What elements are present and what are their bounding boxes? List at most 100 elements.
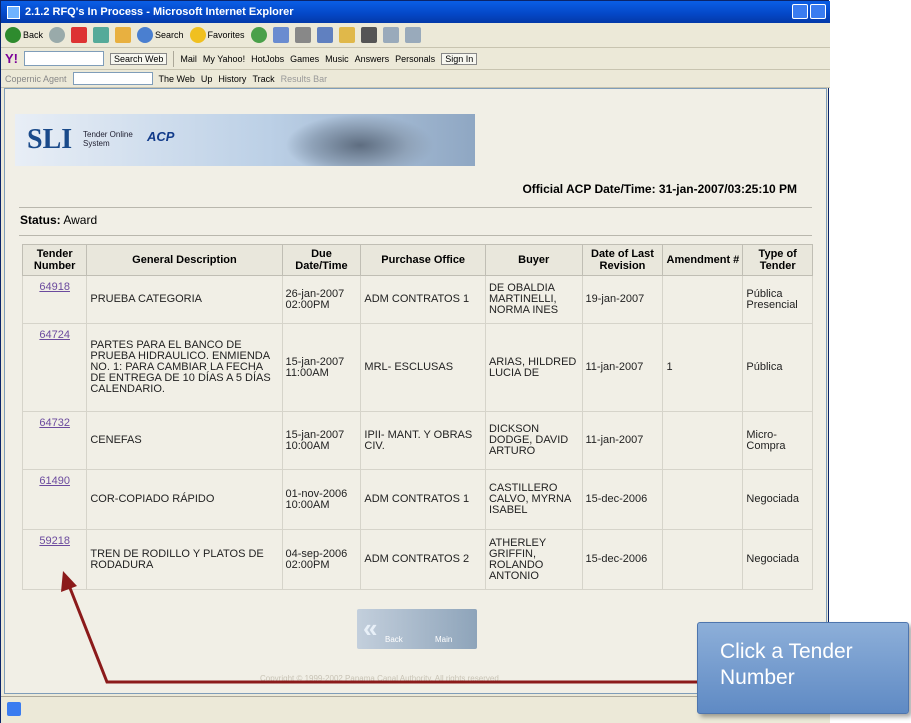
cell-purchase-office: MRL- ESCLUSAS <box>360 323 486 412</box>
yahoo-item-answers[interactable]: Answers <box>355 54 390 64</box>
divider <box>19 207 812 208</box>
cell-tender-number[interactable]: 64732 <box>21 411 88 470</box>
yahoo-item-music[interactable]: Music <box>325 54 349 64</box>
tender-number-link[interactable]: 64918 <box>39 281 70 293</box>
favorites-button[interactable]: Favorites <box>189 27 245 43</box>
handshake-image <box>285 114 435 166</box>
ie-icon <box>7 5 20 19</box>
mail-icon[interactable] <box>272 27 289 43</box>
col-amendment: Amendment # <box>662 244 744 276</box>
cell-buyer: ATHERLEY GRIFFIN, ROLANDO ANTONIO <box>484 529 583 590</box>
yahoo-item-hotjobs[interactable]: HotJobs <box>251 54 284 64</box>
callout-box: Click a Tender Number <box>697 622 909 714</box>
forward-arrow-icon[interactable] <box>49 27 66 43</box>
paste-icon[interactable] <box>404 27 421 43</box>
refresh-icon[interactable] <box>93 27 110 43</box>
table-row: 64732 CENEFAS 15-jan-2007 10:00AM IPII- MAN… <box>21 411 813 470</box>
yahoo-logo-icon[interactable]: Y! <box>5 51 18 66</box>
cell-type: Negociada <box>742 529 813 590</box>
print-icon[interactable] <box>294 27 311 43</box>
cell-due-date: 15-jan-2007 10:00AM <box>281 411 362 470</box>
col-type: Type of Tender <box>742 244 813 276</box>
edit-icon[interactable] <box>316 27 333 43</box>
copernic-history-button[interactable]: History <box>218 74 246 84</box>
browser-window: 2.1.2 RFQ's In Process - Microsoft Inter… <box>0 0 830 723</box>
copy-icon[interactable] <box>382 27 399 43</box>
col-tender-number: Tender Number <box>21 244 88 276</box>
tender-number-link[interactable]: 64724 <box>39 329 70 341</box>
cell-amendment <box>662 469 744 530</box>
cell-description: TREN DE RODILLO Y PLATOS DE RODADURA <box>86 529 283 590</box>
copernic-track-button[interactable]: Track <box>252 74 274 84</box>
table-row: 59218 TREN DE RODILLO Y PLATOS DE RODADUR… <box>21 529 813 590</box>
cut-icon[interactable] <box>360 27 377 43</box>
cell-tender-number[interactable]: 64918 <box>21 275 88 324</box>
cell-purchase-office: ADM CONTRATOS 1 <box>360 469 486 530</box>
table-header-row: Tender Number General Description Due Da… <box>21 244 813 276</box>
back-button[interactable]: Back <box>5 27 43 43</box>
standard-toolbar: Back Search Favorites <box>1 23 830 48</box>
col-due-date: Due Date/Time <box>281 244 362 276</box>
separator <box>173 50 175 67</box>
table-row: 64918 PRUEBA CATEGORIA 26-jan-2007 02:00PM… <box>21 275 813 324</box>
acp-logo: ACP <box>147 129 175 144</box>
table-row: 61490 COR-COPIADO RÁPIDO 01-nov-2006 10:00… <box>21 469 813 530</box>
cell-type: Pública <box>742 323 813 412</box>
search-web-button[interactable]: Search Web <box>110 52 168 65</box>
back-arrow-icon <box>5 27 21 43</box>
maximize-button[interactable] <box>810 4 826 19</box>
cell-amendment <box>662 529 744 590</box>
cell-tender-number[interactable]: 64724 <box>21 323 88 412</box>
cell-type: Micro-Compra <box>742 411 813 470</box>
home-icon[interactable] <box>115 27 132 43</box>
cell-last-revision: 15-dec-2006 <box>581 529 664 590</box>
tender-number-link[interactable]: 64732 <box>39 417 70 429</box>
nav-main-link[interactable]: Main <box>435 635 452 644</box>
cell-description: COR-COPIADO RÁPIDO <box>86 469 283 530</box>
media-icon[interactable] <box>250 27 267 43</box>
cell-description: PRUEBA CATEGORIA <box>86 275 283 324</box>
yahoo-item-mail[interactable]: Mail <box>180 54 197 64</box>
sign-in-button[interactable]: Sign In <box>441 52 478 65</box>
banner-subtitle: Tender Online System <box>83 130 133 148</box>
cell-amendment <box>662 275 744 324</box>
cell-purchase-office: ADM CONTRATOS 2 <box>360 529 486 590</box>
cell-due-date: 04-sep-2006 02:00PM <box>281 529 362 590</box>
folder-icon[interactable] <box>338 27 355 43</box>
cell-amendment <box>662 411 744 470</box>
cell-last-revision: 11-jan-2007 <box>581 323 664 412</box>
cell-buyer: DICKSON DODGE, DAVID ARTURO <box>484 411 583 470</box>
official-datetime: Official ACP Date/Time: 31-jan-2007/03:2… <box>522 182 797 196</box>
status-value: Award <box>63 213 98 227</box>
cell-tender-number[interactable]: 59218 <box>21 529 88 590</box>
copyright-text: Copyright © 1999-2002 Panama Canal Autho… <box>260 674 501 683</box>
yahoo-search-input[interactable] <box>24 51 104 66</box>
stop-icon[interactable] <box>71 27 88 43</box>
cell-tender-number[interactable]: 61490 <box>21 469 88 530</box>
tender-number-link[interactable]: 59218 <box>39 535 70 547</box>
yahoo-item-myyahoo[interactable]: My Yahoo! <box>203 54 245 64</box>
ie-page-icon <box>7 702 21 716</box>
search-button[interactable]: Search <box>137 27 184 43</box>
copernic-scope-select[interactable]: The Web <box>159 74 195 84</box>
star-icon <box>189 27 206 43</box>
tender-number-link[interactable]: 61490 <box>39 475 70 487</box>
page-content: SLI Tender Online System ACP Official AC… <box>4 88 827 694</box>
nav-image: « Back Main <box>357 609 477 649</box>
copernic-up-button[interactable]: Up <box>201 74 213 84</box>
cell-due-date: 15-jan-2007 11:00AM <box>281 323 362 412</box>
yahoo-item-personals[interactable]: Personals <box>395 54 435 64</box>
copernic-search-input[interactable] <box>72 72 153 85</box>
col-general-description: General Description <box>86 244 283 276</box>
back-chevron-icon[interactable]: « <box>363 613 377 644</box>
col-last-revision: Date of Last Revision <box>581 244 664 276</box>
yahoo-item-games[interactable]: Games <box>290 54 319 64</box>
nav-back-link[interactable]: Back <box>385 635 403 644</box>
cell-last-revision: 19-jan-2007 <box>581 275 664 324</box>
copernic-results-button[interactable]: Results Bar <box>281 74 328 84</box>
copernic-agent-label: Copernic Agent <box>5 73 67 84</box>
minimize-button[interactable] <box>792 4 808 19</box>
status-line: Status: Award <box>20 213 97 227</box>
rfq-table: Tender Number General Description Due Da… <box>21 244 813 590</box>
cell-last-revision: 15-dec-2006 <box>581 469 664 530</box>
